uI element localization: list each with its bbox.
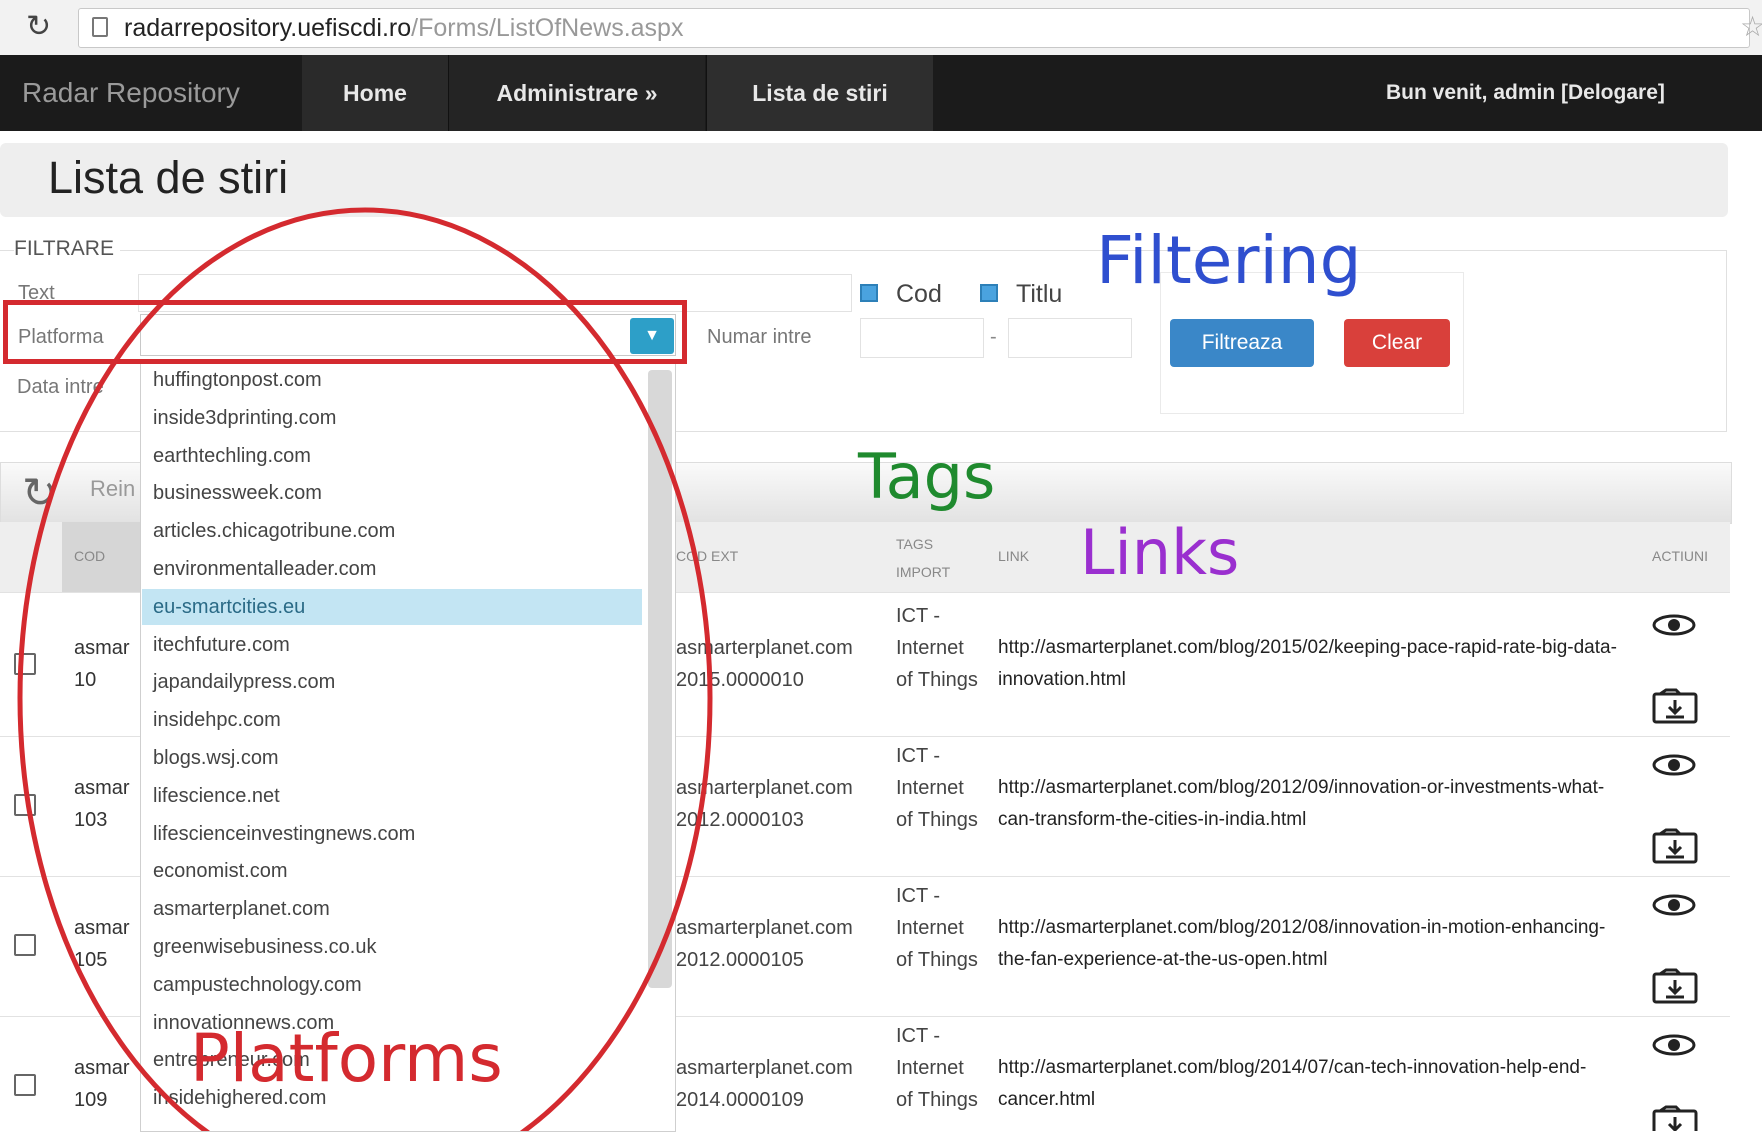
dropdown-option[interactable]: businessweek.com bbox=[142, 475, 642, 511]
dropdown-option[interactable]: insidehpc.com bbox=[142, 702, 642, 738]
dropdown-scrollbar[interactable] bbox=[648, 370, 672, 988]
header-tags[interactable]: TAGS IMPORT bbox=[896, 530, 966, 586]
annotation-tags: Tags bbox=[858, 440, 996, 513]
row-link[interactable]: http://asmarterplanet.com/blog/2015/02/k… bbox=[998, 632, 1638, 696]
ext-line: 2012.0000103 bbox=[676, 809, 804, 831]
dropdown-option[interactable]: economist.com bbox=[142, 853, 642, 889]
nav-administrare[interactable]: Administrare » bbox=[448, 55, 705, 131]
dropdown-option[interactable]: eu-smartcities.eu bbox=[142, 589, 642, 625]
row-cod: asmar 105 bbox=[74, 912, 130, 976]
nav-home[interactable]: Home bbox=[302, 55, 448, 131]
cod-line: 109 bbox=[74, 1089, 108, 1111]
range-dash: - bbox=[990, 326, 997, 348]
dropdown-option[interactable]: lifescienceinvestingnews.com bbox=[142, 816, 642, 852]
url-host: radarrepository.uefiscdi.ro bbox=[124, 14, 412, 42]
titlu-checkbox-label: Titlu bbox=[1016, 280, 1063, 308]
header-cod-ext[interactable]: COD EXT bbox=[676, 548, 738, 564]
row-cod-ext: asmarterplanet.com 2015.0000010 bbox=[676, 632, 853, 696]
annotation-links: Links bbox=[1080, 516, 1240, 589]
row-tags: ICT - Internet of Things bbox=[896, 605, 978, 691]
dropdown-option[interactable]: campustechnology.com bbox=[142, 967, 642, 1003]
row-checkbox[interactable] bbox=[14, 653, 36, 675]
dropdown-option[interactable]: earthtechling.com bbox=[142, 438, 642, 474]
row-checkbox[interactable] bbox=[14, 1074, 36, 1096]
url-path: /Forms/ListOfNews.aspx bbox=[411, 14, 684, 42]
page-title: Lista de stiri bbox=[48, 152, 289, 203]
ext-line: 2015.0000010 bbox=[676, 669, 804, 691]
number-from-input[interactable] bbox=[860, 318, 984, 358]
url-text[interactable]: radarrepository.uefiscdi.ro/Forms/ListOf… bbox=[124, 14, 683, 43]
annotation-filtering: Filtering bbox=[1096, 222, 1362, 299]
ext-line: asmarterplanet.com bbox=[676, 1057, 853, 1079]
cod-line: asmar bbox=[74, 917, 130, 939]
refresh-icon[interactable]: ↻ bbox=[22, 468, 57, 517]
dropdown-option[interactable]: articles.chicagotribune.com bbox=[142, 513, 642, 549]
ext-line: asmarterplanet.com bbox=[676, 637, 853, 659]
row-tags: ICT - Internet of Things bbox=[896, 885, 978, 971]
eye-icon[interactable] bbox=[1652, 1033, 1696, 1057]
cod-line: 105 bbox=[74, 949, 108, 971]
ext-line: asmarterplanet.com bbox=[676, 917, 853, 939]
row-tags: ICT - Internet of Things bbox=[896, 745, 978, 831]
cod-line: 103 bbox=[74, 809, 108, 831]
titlu-checkbox[interactable] bbox=[980, 284, 998, 302]
clear-button[interactable]: Clear bbox=[1344, 319, 1450, 367]
ext-line: asmarterplanet.com bbox=[676, 777, 853, 799]
row-cod-ext: asmarterplanet.com 2012.0000103 bbox=[676, 772, 853, 836]
dropdown-option[interactable]: greenwisebusiness.co.uk bbox=[142, 929, 642, 965]
ext-line: 2014.0000109 bbox=[676, 1089, 804, 1111]
ext-line: 2012.0000105 bbox=[676, 949, 804, 971]
row-link[interactable]: http://asmarterplanet.com/blog/2012/08/i… bbox=[998, 912, 1638, 976]
download-icon[interactable] bbox=[1652, 1105, 1698, 1131]
row-cod-ext: asmarterplanet.com 2012.0000105 bbox=[676, 912, 853, 976]
cod-line: 10 bbox=[74, 669, 97, 691]
filter-legend: FILTRARE bbox=[14, 237, 120, 261]
dropdown-option[interactable]: lifescience.net bbox=[142, 778, 642, 814]
eye-icon[interactable] bbox=[1652, 893, 1696, 917]
bookmark-star-icon[interactable]: ☆ bbox=[1740, 10, 1762, 43]
filter-button[interactable]: Filtreaza bbox=[1170, 319, 1314, 367]
annotation-platforms: Platforms bbox=[190, 1020, 503, 1097]
row-link[interactable]: http://asmarterplanet.com/blog/2012/09/i… bbox=[998, 772, 1638, 836]
brand-link[interactable]: Radar Repository bbox=[22, 77, 240, 109]
dropdown-option[interactable]: asmarterplanet.com bbox=[142, 891, 642, 927]
header-action: ACTIUNI bbox=[1652, 548, 1708, 564]
dropdown-option[interactable]: itechfuture.com bbox=[142, 627, 642, 663]
eye-icon[interactable] bbox=[1652, 753, 1696, 777]
date-label: Data intre bbox=[17, 376, 104, 398]
download-icon[interactable] bbox=[1652, 688, 1698, 724]
dropdown-option[interactable]: huffingtonpost.com bbox=[142, 362, 642, 398]
row-cod: asmar 10 bbox=[74, 632, 130, 696]
cod-checkbox-label: Cod bbox=[896, 280, 942, 308]
welcome-logout-link[interactable]: Bun venit, admin [Delogare] bbox=[1386, 55, 1665, 131]
row-tags: ICT - Internet of Things bbox=[896, 1025, 978, 1111]
cod-line: asmar bbox=[74, 1057, 130, 1079]
row-link[interactable]: http://asmarterplanet.com/blog/2014/07/c… bbox=[998, 1052, 1638, 1116]
dropdown-option[interactable]: blogs.wsj.com bbox=[142, 740, 642, 776]
row-checkbox[interactable] bbox=[14, 934, 36, 956]
reload-icon[interactable]: ↻ bbox=[26, 12, 51, 42]
header-cod[interactable]: COD bbox=[74, 548, 105, 564]
page-icon bbox=[92, 17, 108, 37]
number-range-label: Numar intre bbox=[707, 326, 812, 348]
annotation-select-rectangle bbox=[3, 300, 687, 364]
number-to-input[interactable] bbox=[1008, 318, 1132, 358]
cod-checkbox[interactable] bbox=[860, 284, 878, 302]
dropdown-option[interactable]: inside3dprinting.com bbox=[142, 400, 642, 436]
cod-line: asmar bbox=[74, 777, 130, 799]
download-icon[interactable] bbox=[1652, 828, 1698, 864]
cod-line: asmar bbox=[74, 637, 130, 659]
download-icon[interactable] bbox=[1652, 968, 1698, 1004]
dropdown-option[interactable]: japandailypress.com bbox=[142, 664, 642, 700]
header-link[interactable]: LINK bbox=[998, 548, 1029, 564]
row-cod: asmar 103 bbox=[74, 772, 130, 836]
row-cod: asmar 109 bbox=[74, 1052, 130, 1116]
eye-icon[interactable] bbox=[1652, 613, 1696, 637]
row-cod-ext: asmarterplanet.com 2014.0000109 bbox=[676, 1052, 853, 1116]
nav-lista-de-stiri[interactable]: Lista de stiri bbox=[706, 55, 933, 131]
reinit-button[interactable]: Rein bbox=[90, 476, 135, 502]
dropdown-option[interactable]: environmentalleader.com bbox=[142, 551, 642, 587]
row-checkbox[interactable] bbox=[14, 794, 36, 816]
